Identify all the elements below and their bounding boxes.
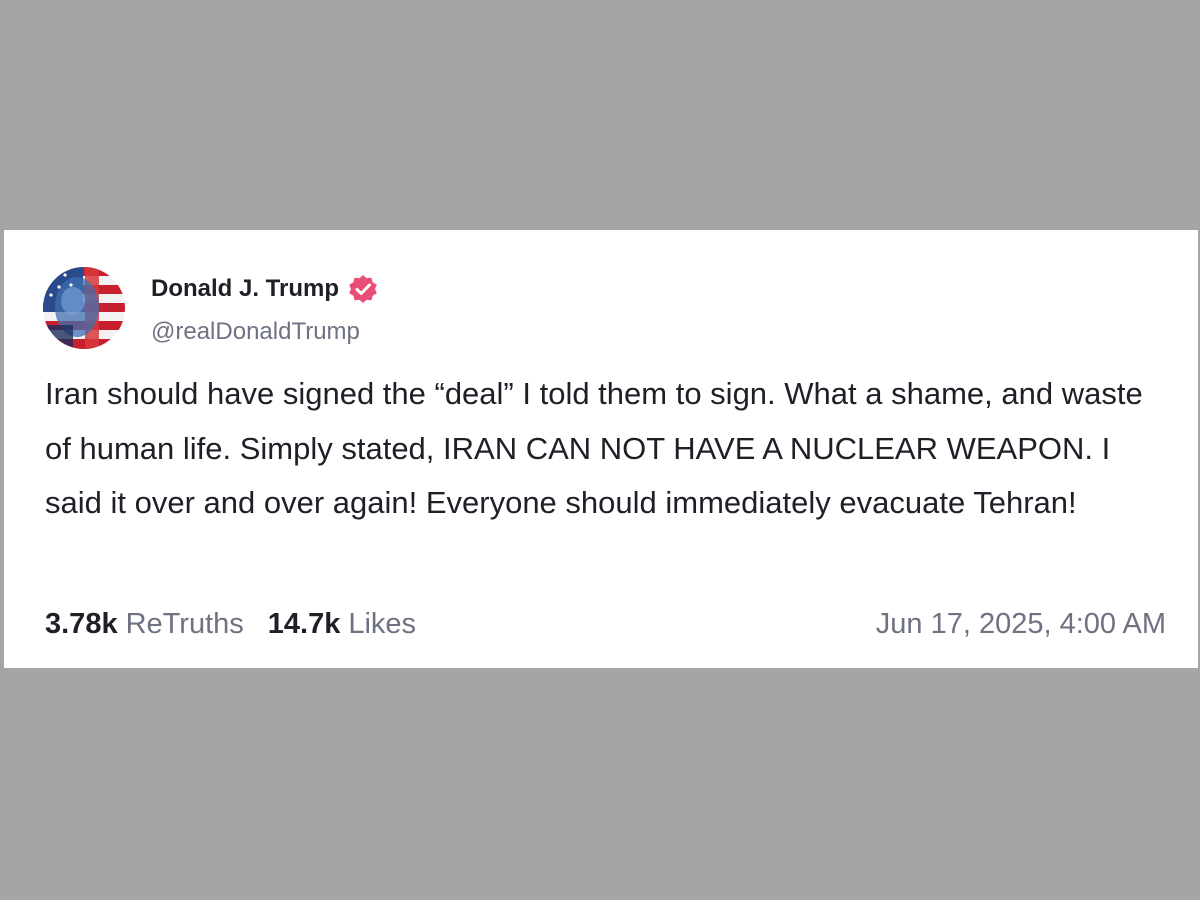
retruths-label[interactable]: ReTruths	[126, 606, 244, 642]
retruths-count[interactable]: 3.78k	[45, 606, 118, 642]
post-timestamp[interactable]: Jun 17, 2025, 4:00 AM	[876, 606, 1166, 642]
author-name-text[interactable]: Donald J. Trump	[151, 275, 339, 303]
author-display-name[interactable]: Donald J. Trump	[151, 273, 379, 305]
post-stats: 3.78k ReTruths 14.7k Likes	[45, 606, 416, 642]
post-text: Iran should have signed the “deal” I tol…	[45, 376, 1143, 520]
flag-portrait-avatar-icon	[43, 267, 125, 349]
likes-count[interactable]: 14.7k	[268, 606, 341, 642]
avatar[interactable]	[43, 267, 125, 349]
verified-badge-icon	[347, 273, 379, 305]
likes-label[interactable]: Likes	[348, 606, 416, 642]
author-handle[interactable]: @realDonaldTrump	[151, 318, 360, 346]
